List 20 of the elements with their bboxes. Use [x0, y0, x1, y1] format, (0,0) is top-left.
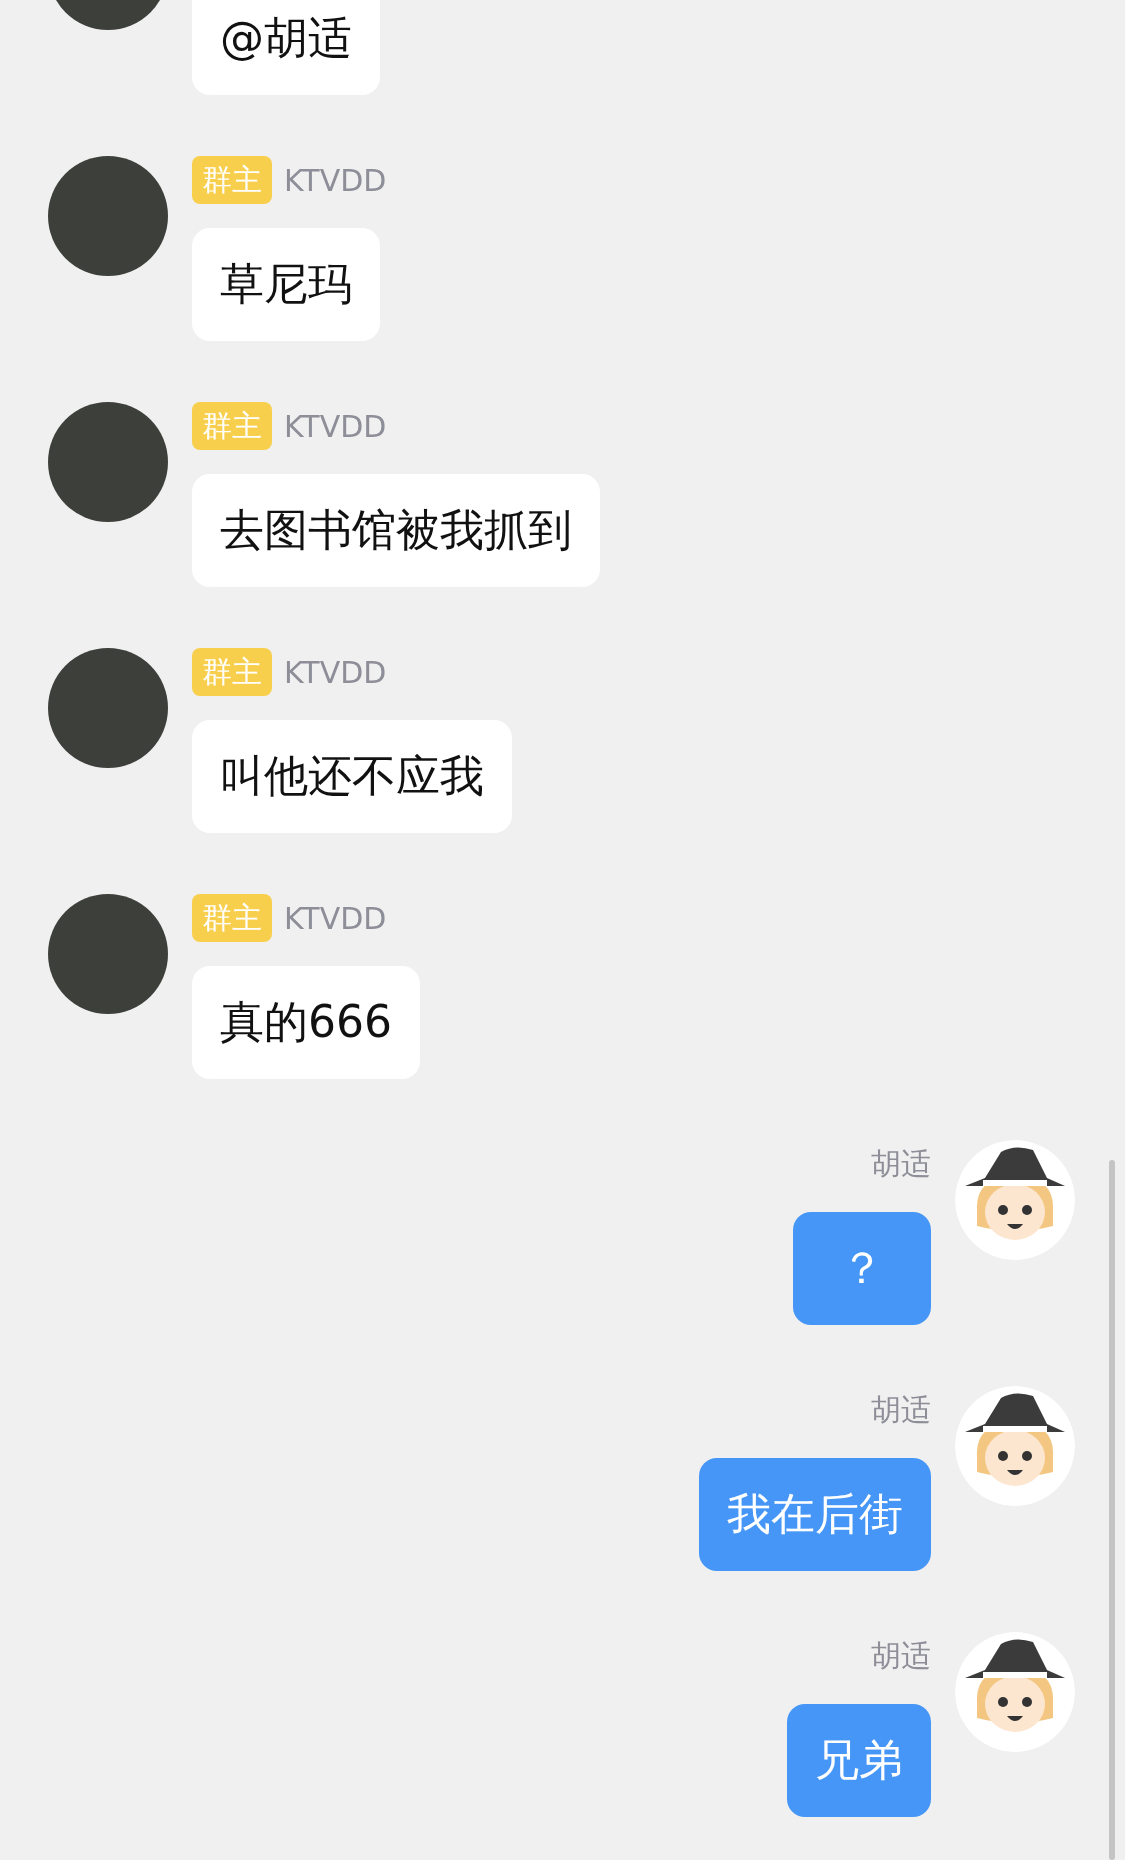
- cartoon-avatar[interactable]: [955, 1140, 1075, 1260]
- role-badge: 群主: [192, 894, 272, 942]
- sender-name: 胡适: [871, 1636, 931, 1675]
- role-badge: 群主: [192, 402, 272, 450]
- role-badge: 群主: [192, 648, 272, 696]
- message-bubble[interactable]: 草尼玛: [192, 228, 380, 341]
- sender-name: KTVDD: [284, 900, 387, 936]
- sender-name: KTVDD: [284, 162, 387, 198]
- cartoon-avatar[interactable]: [955, 1386, 1075, 1506]
- cartoon-avatar[interactable]: [955, 1632, 1075, 1752]
- message-bubble[interactable]: 真的666: [192, 966, 420, 1079]
- sender-name: 胡适: [871, 1390, 931, 1429]
- scrollbar[interactable]: [1109, 1160, 1115, 1860]
- message-bubble[interactable]: 叫他还不应我: [192, 720, 512, 833]
- role-badge: 群主: [192, 156, 272, 204]
- sender-name: KTVDD: [284, 408, 387, 444]
- sender-name: KTVDD: [284, 654, 387, 690]
- message-bubble[interactable]: @胡适: [192, 0, 380, 95]
- sender-name: 胡适: [871, 1144, 931, 1183]
- message-bubble[interactable]: 去图书馆被我抓到: [192, 474, 600, 587]
